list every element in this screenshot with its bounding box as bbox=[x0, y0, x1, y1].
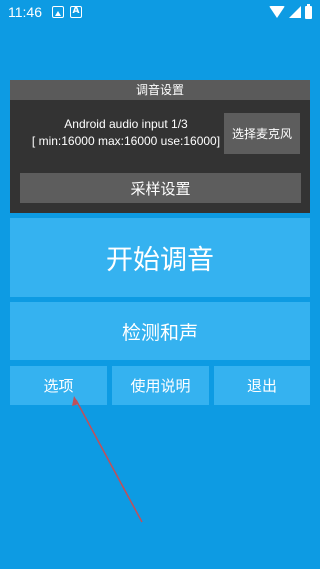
start-tuning-button[interactable]: 开始调音 bbox=[10, 218, 310, 297]
battery-icon bbox=[305, 3, 312, 19]
sample-settings-button[interactable]: 采样设置 bbox=[20, 173, 301, 203]
status-time: 11:46 bbox=[8, 4, 42, 20]
image-icon bbox=[52, 6, 64, 18]
help-button[interactable]: 使用说明 bbox=[112, 366, 209, 405]
device-sample-rates: [ min:16000 max:16000 use:16000] bbox=[31, 134, 221, 148]
options-button[interactable]: 选项 bbox=[10, 366, 107, 405]
device-name: Android audio input 1/3 bbox=[64, 117, 188, 131]
signal-icon bbox=[289, 6, 301, 18]
panel-title: 调音设置 bbox=[10, 80, 310, 100]
detect-chord-button[interactable]: 检测和声 bbox=[10, 302, 310, 360]
select-mic-button[interactable]: 选择麦克风 bbox=[224, 113, 300, 154]
tuning-settings-panel: 调音设置 Android audio input 1/3 [ min:16000… bbox=[10, 80, 310, 213]
status-bar: 11:46 A bbox=[0, 0, 320, 24]
status-right-icons bbox=[269, 3, 312, 19]
font-icon: A bbox=[70, 6, 82, 18]
wifi-icon bbox=[269, 6, 285, 18]
device-info: Android audio input 1/3 [ min:16000 max:… bbox=[22, 116, 230, 150]
exit-button[interactable]: 退出 bbox=[214, 366, 310, 405]
